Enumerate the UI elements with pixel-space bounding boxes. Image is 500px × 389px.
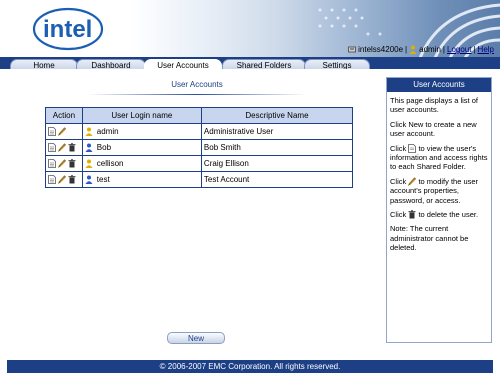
login-cell: cellison [81, 155, 202, 172]
help-text-edit: Click to modify the user account's prope… [390, 176, 479, 205]
action-cell [45, 171, 83, 188]
help-text-view: Click to view the user's information and… [390, 143, 488, 172]
login-name: test [96, 175, 110, 184]
sidebar-body: This page displays a list of user accoun… [387, 92, 491, 262]
delete-trash-icon [408, 210, 416, 219]
help-text-note: Note: The current administrator cannot b… [390, 224, 469, 253]
user-icon [85, 143, 93, 152]
column-header-description: Descriptive Name [200, 107, 354, 124]
help-text-delete: Click to delete the user. [390, 210, 479, 220]
view-icon [408, 143, 417, 153]
table-row: test Test Account [45, 171, 354, 188]
separator: | [405, 45, 408, 54]
current-user: admin [419, 45, 441, 54]
description-cell: Bob Smith [200, 139, 354, 156]
edit-pencil-icon[interactable] [58, 175, 66, 184]
separator: | [442, 45, 445, 54]
action-cell [45, 139, 83, 156]
delete-trash-icon[interactable] [68, 175, 76, 184]
view-icon[interactable] [48, 175, 56, 184]
user-table: Action User Login name Descriptive Name … [45, 107, 354, 188]
header-banner: intel intelss4200e | admin | Logout | He… [0, 0, 500, 58]
sidebar-title: User Accounts [387, 78, 491, 92]
help-sidebar: User Accounts This page displays a list … [386, 77, 492, 343]
login-name: Bob [96, 143, 112, 152]
edit-pencil-icon[interactable] [58, 143, 66, 152]
edit-pencil-icon[interactable] [58, 127, 66, 136]
login-name: admin [96, 127, 119, 136]
device-icon [348, 45, 357, 54]
current-user-icon [409, 45, 417, 54]
table-row: Bob Bob Smith [45, 139, 354, 156]
login-cell: test [81, 171, 202, 188]
table-row: admin Administrative User [45, 123, 354, 140]
help-text: This page displays a list of user accoun… [390, 96, 478, 115]
user-icon [85, 175, 93, 184]
device-name: intelss4200e [358, 45, 404, 54]
page-title: User Accounts [171, 80, 223, 89]
edit-pencil-icon[interactable] [58, 159, 66, 168]
help-text: Click New to create a new user account. [390, 119, 477, 139]
logo-text: intel [43, 16, 92, 43]
delete-trash-icon[interactable] [68, 159, 76, 168]
intel-logo: intel [32, 7, 104, 51]
edit-pencil-icon [408, 177, 417, 186]
column-header-action: Action [45, 107, 83, 124]
table-row: cellison Craig Ellison [45, 155, 354, 172]
description-cell: Craig Ellison [200, 155, 354, 172]
action-cell [45, 155, 83, 172]
user-bar: intelss4200e | admin | Logout | Help [348, 44, 494, 55]
column-header-login: User Login name [81, 107, 202, 124]
view-icon[interactable] [48, 159, 56, 168]
new-user-button[interactable]: New [167, 332, 225, 344]
help-link[interactable]: Help [478, 45, 494, 54]
login-name: cellison [96, 159, 124, 168]
copyright-footer: © 2006-2007 EMC Corporation. All rights … [7, 360, 493, 373]
login-cell: admin [81, 123, 202, 140]
separator: | [473, 45, 476, 54]
user-admin-icon [85, 127, 93, 136]
description-cell: Test Account [200, 171, 354, 188]
tab-underline [0, 69, 500, 71]
delete-trash-icon[interactable] [68, 143, 76, 152]
title-divider [88, 94, 306, 95]
description-cell: Administrative User [200, 123, 354, 140]
view-icon[interactable] [48, 143, 56, 152]
login-cell: Bob [81, 139, 202, 156]
action-cell [45, 123, 83, 140]
user-admin-icon [85, 159, 93, 168]
view-icon[interactable] [48, 127, 56, 136]
logout-link[interactable]: Logout [447, 45, 471, 54]
